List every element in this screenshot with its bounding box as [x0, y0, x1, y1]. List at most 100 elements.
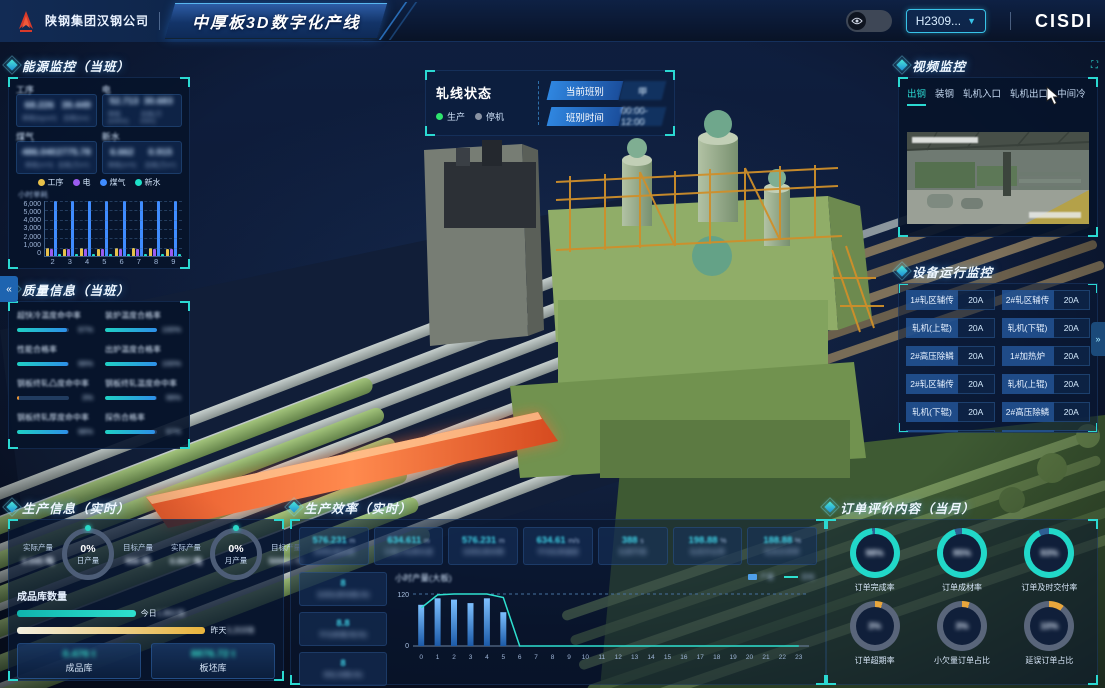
svg-text:1: 1	[436, 654, 440, 661]
efficiency-side-stat: 8待轧块数(块)	[299, 652, 387, 686]
svg-text:21: 21	[762, 654, 770, 661]
order-ring: 10% 延误订单占比	[1008, 601, 1091, 666]
equipment-row: 2#轧区辅传20A	[906, 374, 995, 394]
energy-group: 煤气 486.040单耗(m³/t) 2775.78总耗(万m³)	[16, 130, 97, 174]
left-collapse-tab[interactable]: «	[0, 276, 18, 302]
equipment-row: 2#高压除鳞20A	[906, 346, 995, 366]
quality-metric: 钢板终轧温度命中率 99%	[105, 378, 181, 402]
status-divider	[538, 81, 539, 125]
efficiency-stat: 198.88 %轧机作业率	[673, 527, 743, 565]
svg-text:4: 4	[485, 654, 489, 661]
energy-hourly-chart: 6,0005,0004,0003,0002,0001,0000	[16, 201, 182, 257]
page-title: 中厚板3D数字化产线	[192, 9, 360, 33]
eye-icon	[848, 12, 866, 30]
svg-text:0: 0	[405, 643, 409, 650]
visibility-toggle[interactable]	[846, 10, 892, 32]
company-name: 陕钢集团汉钢公司	[45, 12, 149, 29]
panel-diamond-icon	[288, 501, 299, 512]
flame-logo-icon	[14, 9, 38, 33]
shift-row: 当前班别甲	[547, 81, 667, 100]
stock-bar: 今日1,891块	[17, 609, 275, 618]
svg-text:9: 9	[567, 654, 571, 661]
svg-text:5: 5	[501, 654, 505, 661]
order-ring: 98% 订单完成率	[833, 528, 916, 593]
energy-panel-title: 能源监控（当班）	[22, 56, 130, 75]
svg-text:20: 20	[746, 654, 754, 661]
svg-text:22: 22	[779, 654, 787, 661]
efficiency-stat: 634.611 m日累计轧制长度	[374, 527, 444, 565]
efficiency-side-stat: 8.8平均单重(吨/块)	[299, 612, 387, 646]
gauge-ring: 0%月产量	[210, 528, 262, 580]
efficiency-stat: 576.231 m当班轧制米数	[448, 527, 518, 565]
equipment-row: 1#加热炉20A	[1002, 346, 1091, 366]
panel-diamond-icon	[824, 501, 835, 512]
expand-icon[interactable]: ⛶	[1091, 60, 1098, 71]
svg-text:8: 8	[551, 654, 555, 661]
quality-metric: 出炉温度合格率 100%	[105, 344, 181, 368]
svg-text:18: 18	[713, 654, 721, 661]
camera-tab-0[interactable]: 出钢	[907, 86, 926, 106]
svg-text:120: 120	[397, 592, 409, 599]
camera-select-value: H2309...	[916, 14, 961, 28]
efficiency-panel-title: 生产效率（实时）	[304, 498, 412, 517]
production-panel-title: 生产信息（实时）	[22, 498, 130, 517]
order-ring: 95% 订单成材率	[920, 528, 1003, 593]
svg-text:6: 6	[518, 654, 522, 661]
order-rings: 98% 订单完成率 95% 订单成材率 93% 订单及时交付率 3% 订单超期率…	[833, 528, 1091, 666]
legend-item: 目标	[784, 572, 815, 582]
stock-cards: 0.476 t成品库 8876.72 t板坯库	[17, 643, 275, 679]
production-gauge: 实际产量0.867 吨 0%月产量 目标产量50000 吨	[165, 528, 307, 580]
cisdi-brand-logo: CISDI	[1035, 11, 1093, 32]
efficiency-stat: 634.61 m/s平均轧制速度	[523, 527, 593, 565]
energy-chart-plot	[44, 201, 182, 257]
hourly-chart-legend: 产量目标	[748, 572, 815, 582]
quality-metric: 探伤合格率 97%	[105, 412, 181, 436]
svg-text:14: 14	[647, 654, 655, 661]
efficiency-stats: 576.231 m当班轧制长度 634.611 m日累计轧制长度 576.231…	[299, 527, 817, 565]
dashboard-root: 陕钢集团汉钢公司 中厚板3D数字化产线 H2309... ▼ CISDI 能源监…	[0, 0, 1105, 688]
equipment-row: 1#轧区辅传20A	[906, 290, 995, 310]
panel-diamond-icon	[896, 59, 907, 70]
equipment-row: 轧机(上辊)20A	[906, 318, 995, 338]
stock-title: 成品库数量	[17, 588, 275, 603]
right-collapse-tab[interactable]: »	[1091, 322, 1105, 356]
equipment-row: 轧机(上辊)20A	[1002, 374, 1091, 394]
quality-metric: 装炉温度合格率 100%	[105, 310, 181, 334]
equipment-panel-title: 设备运行监控	[912, 262, 993, 281]
quality-metrics: 超快冷温度命中率 97% 装炉温度合格率 100% 性能合格率 99% 出炉温度…	[17, 310, 181, 436]
svg-text:23: 23	[795, 654, 803, 661]
svg-text:3: 3	[469, 654, 473, 661]
camera-tab-1[interactable]: 装钢	[935, 86, 954, 106]
status-legend-item: 生产	[436, 110, 465, 123]
panel-video-monitor: 视频监控 ⛶ 出钢装钢轧机入口轧机出口中间冷电加热	[898, 56, 1098, 237]
quality-metric: 钢板终轧厚度命中率 98%	[17, 412, 93, 436]
efficiency-side-stats: 8当班轧制块数(块) 8.8平均单重(吨/块) 8待轧块数(块)	[299, 572, 387, 686]
stock-card: 8876.72 t板坯库	[151, 643, 275, 679]
panel-order-evaluation: 订单评价内容（当月） 98% 订单完成率 95% 订单成材率 93% 订单及时交…	[826, 498, 1098, 685]
camera-tab-2[interactable]: 轧机入口	[963, 86, 1001, 106]
hourly-output-chart: 小时产量(大板) 产量目标 12000123456789101112131415…	[395, 572, 817, 686]
chevron-down-icon: ▼	[967, 16, 976, 26]
header-divider	[1010, 12, 1011, 30]
camera-select-dropdown[interactable]: H2309... ▼	[906, 9, 986, 33]
panel-line-status: 轧线状态 生产停机 当前班别甲 班别时间00:00-12:00	[425, 70, 675, 136]
legend-item: 电	[73, 177, 91, 188]
svg-text:16: 16	[680, 654, 688, 661]
camera-tab-4[interactable]: 中间冷	[1057, 86, 1086, 106]
panel-equipment-monitor: 设备运行监控 1#轧区辅传20A 2#轧区辅传20A 轧机(上辊)20A 轧机(…	[898, 262, 1098, 433]
equipment-row: 2#轧区辅传20A	[1002, 430, 1091, 433]
legend-item: 产量	[748, 572, 774, 582]
panel-diamond-icon	[6, 501, 17, 512]
line-status-title: 轧线状态	[436, 83, 528, 102]
stock-card: 0.476 t成品库	[17, 643, 141, 679]
svg-text:7: 7	[534, 654, 538, 661]
camera-tabs: 出钢装钢轧机入口轧机出口中间冷电加热	[907, 86, 1089, 106]
camera-tab-3[interactable]: 轧机出口	[1010, 86, 1048, 106]
panel-production-info: 生产信息（实时） 实际产量0.045 吨 0%日产量 目标产量900 吨 实际产…	[8, 498, 284, 681]
efficiency-stat: 188.88 %轧机负荷率	[747, 527, 817, 565]
panel-quality-info: 质量信息（当班） 超快冷温度命中率 97% 装炉温度合格率 100% 性能合格率…	[8, 280, 190, 449]
svg-text:15: 15	[664, 654, 672, 661]
energy-chart-xticks: 23456789	[44, 257, 182, 266]
cctv-video-feed[interactable]	[907, 132, 1089, 224]
panel-diamond-icon	[896, 265, 907, 276]
